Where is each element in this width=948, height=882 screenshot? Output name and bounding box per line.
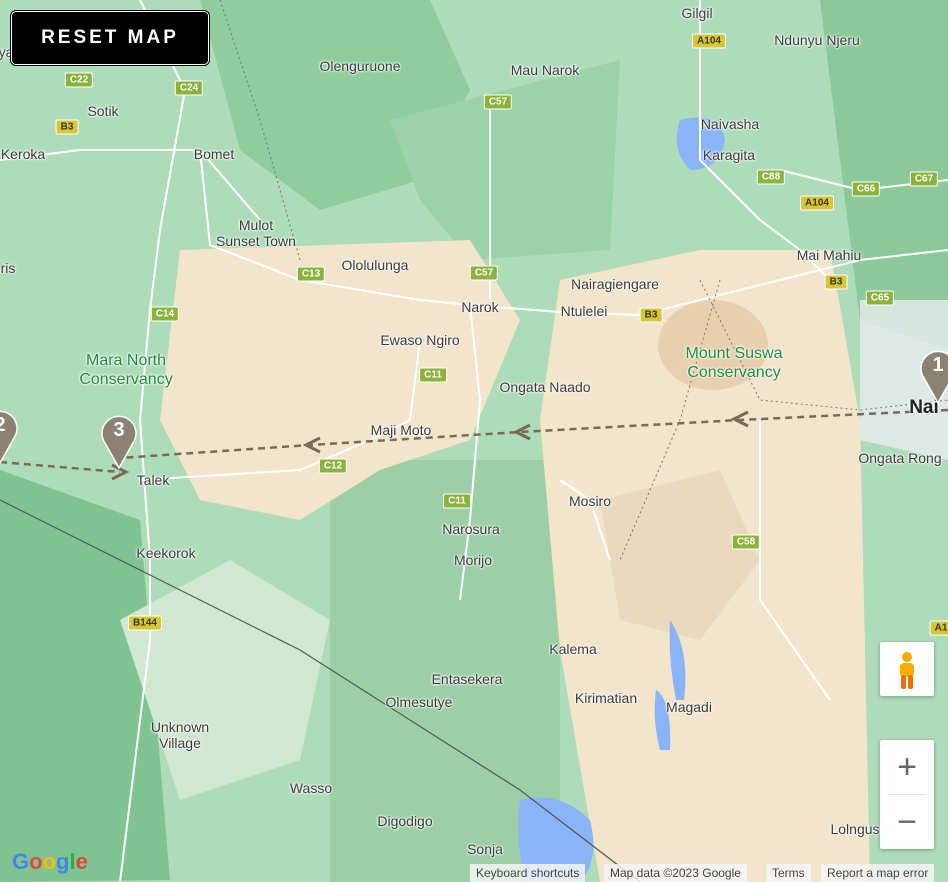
marker-label: 2	[0, 414, 20, 437]
place-narosura: Narosura	[442, 521, 500, 537]
place-nairagiengare: Nairagiengare	[571, 276, 659, 292]
road-b3-3: B3	[639, 307, 663, 323]
place-olmesutye: Olmesutye	[385, 694, 453, 710]
place-morijo: Morijo	[453, 552, 493, 568]
place-kirimatian: Kirimatian	[574, 690, 638, 706]
place-ongata-naado: Ongata Naado	[499, 379, 591, 395]
road-c58: C58	[731, 534, 761, 550]
marker-label: 3	[113, 419, 125, 441]
place-mosiro: Mosiro	[568, 493, 612, 509]
map-canvas[interactable]: Gilgil Ndunyu Njeru Olenguruone Mau Naro…	[0, 0, 948, 882]
place-bomet: Bomet	[193, 146, 235, 162]
road-c24: C24	[174, 80, 204, 96]
place-keekorok: Keekorok	[136, 545, 196, 561]
marker-label: 1	[932, 354, 944, 376]
road-c12: C12	[318, 458, 348, 474]
place-mulot: Mulot Sunset Town	[216, 217, 296, 249]
road-b3: B3	[55, 119, 79, 135]
road-c66: C66	[851, 181, 881, 197]
route-marker-2[interactable]: 2	[0, 405, 20, 465]
place-narok: Narok	[461, 299, 499, 315]
google-logo: Google	[12, 849, 88, 874]
place-digodigo: Digodigo	[377, 813, 433, 829]
road-c57-2: C57	[469, 265, 499, 281]
zoom-out-button[interactable]: −	[880, 795, 934, 849]
place-mai-mahiu: Mai Mahiu	[796, 247, 862, 263]
road-a1: A1	[929, 620, 948, 636]
place-ewaso-ngiro: Ewaso Ngiro	[380, 332, 460, 348]
place-ntulelei: Ntulelei	[560, 303, 608, 319]
place-talek: Talek	[136, 472, 170, 488]
place-kalema: Kalema	[549, 641, 597, 657]
zoom-in-button[interactable]: +	[880, 740, 934, 794]
street-view-pegman[interactable]	[880, 642, 934, 696]
place-naivasha: Naivasha	[700, 116, 760, 132]
place-ris: ris	[0, 260, 16, 276]
place-olenguruone: Olenguruone	[319, 58, 401, 74]
road-c67: C67	[909, 171, 939, 187]
place-wasso: Wasso	[289, 780, 333, 796]
map-terrain	[0, 0, 948, 882]
zoom-controls: + −	[880, 740, 934, 849]
road-b144: B144	[128, 615, 162, 631]
road-c11: C11	[419, 367, 447, 383]
place-unknown-village: Unknown Village	[150, 719, 210, 751]
place-sotik: Sotik	[87, 103, 119, 119]
road-b3-2: B3	[824, 274, 848, 290]
place-magadi: Magadi	[666, 699, 712, 715]
park-mara-north: Mara North Conservancy	[79, 352, 173, 388]
road-c65: C65	[865, 290, 895, 306]
place-entasekera: Entasekera	[431, 671, 503, 687]
road-a104-2: A104	[800, 195, 834, 211]
road-c11-2: C11	[443, 493, 471, 509]
route-marker-1[interactable]: 1	[918, 345, 948, 405]
route-marker-3[interactable]: 3	[99, 410, 139, 470]
place-sonja: Sonja	[467, 841, 503, 857]
map-data-attribution: Map data ©2023 Google	[604, 864, 747, 882]
road-c13: C13	[296, 266, 326, 282]
park-mount-suswa: Mount Suswa Conservancy	[685, 345, 783, 381]
reset-map-button[interactable]: RESET MAP	[11, 11, 209, 65]
keyboard-shortcuts-link[interactable]: Keyboard shortcuts	[470, 864, 586, 882]
place-ongata-rongai: Ongata Rong	[858, 450, 942, 466]
place-karagita: Karagita	[702, 147, 756, 163]
place-ndunyu-njeru: Ndunyu Njeru	[774, 32, 860, 48]
terms-link[interactable]: Terms	[766, 864, 811, 882]
road-c22: C22	[64, 72, 94, 88]
report-map-error-link[interactable]: Report a map error	[821, 864, 935, 882]
road-c57: C57	[483, 94, 513, 110]
place-lolngus: Lolngus	[830, 821, 880, 837]
road-c88: C88	[756, 169, 786, 185]
place-maji-moto: Maji Moto	[370, 422, 432, 438]
place-gilgil: Gilgil	[681, 5, 713, 21]
road-c14: C14	[150, 306, 180, 322]
pegman-icon	[900, 652, 914, 689]
place-ololulunga: Ololulunga	[341, 257, 409, 273]
place-keroka: Keroka	[0, 146, 46, 162]
road-a104: A104	[692, 33, 726, 49]
place-mau-narok: Mau Narok	[510, 62, 580, 78]
